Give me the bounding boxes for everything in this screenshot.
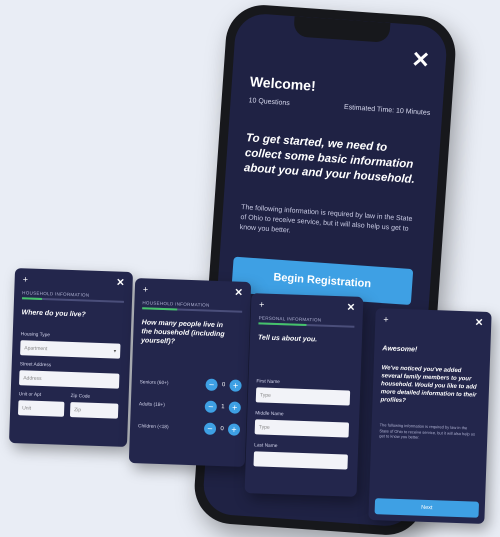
question-text: Tell us about you. <box>257 334 318 344</box>
close-icon[interactable]: ✕ <box>234 288 243 299</box>
stepper-adults: Adults (18+) − 1 + <box>138 398 242 414</box>
plus-icon[interactable]: + <box>229 379 242 392</box>
survey-meta: 10 Questions Estimated Time: 10 Minutes <box>248 97 430 117</box>
plus-icon[interactable]: + <box>383 314 389 324</box>
plus-icon[interactable]: + <box>143 284 149 294</box>
close-icon[interactable]: ✕ <box>411 47 431 73</box>
first-name-input[interactable]: Type <box>255 387 351 406</box>
stepper-value: 0 <box>220 426 224 433</box>
middle-name-label: Middle Name <box>255 411 284 418</box>
card-awesome: + ✕ Awesome! We've noticed you've added … <box>368 308 492 524</box>
housing-select[interactable]: Apartment ▾ <box>20 340 121 359</box>
card-personal-info: + ✕ PERSONAL INFORMATION Tell us about y… <box>244 293 364 497</box>
middle-name-input[interactable]: Type <box>254 419 350 438</box>
section-label: HOUSEHOLD INFORMATION <box>22 290 90 298</box>
plus-icon[interactable]: + <box>259 299 265 309</box>
stepper-value: 0 <box>221 382 226 389</box>
minus-icon[interactable]: − <box>205 378 218 391</box>
street-label: Street Address <box>19 362 52 369</box>
close-icon[interactable]: ✕ <box>346 302 355 313</box>
stepper-label: Children (<18) <box>138 423 169 430</box>
chevron-down-icon: ▾ <box>113 347 117 355</box>
awesome-message: We've noticed you've added several famil… <box>380 365 477 405</box>
next-button[interactable]: Next <box>374 498 480 518</box>
awesome-title: Awesome! <box>382 345 418 354</box>
question-count: 10 Questions <box>248 97 291 108</box>
unit-input[interactable]: Unit <box>17 400 65 417</box>
close-icon[interactable]: ✕ <box>475 318 484 329</box>
progress-bar <box>22 297 125 303</box>
plus-icon[interactable]: + <box>228 401 242 414</box>
welcome-title: Welcome! <box>249 73 317 94</box>
card-where-live: + ✕ HOUSEHOLD INFORMATION Where do you l… <box>8 267 134 448</box>
housing-value: Apartment <box>24 344 48 352</box>
minus-icon[interactable]: − <box>204 400 218 413</box>
unit-label: Unit or Apt <box>18 392 42 398</box>
plus-icon[interactable]: + <box>23 274 29 284</box>
zip-input[interactable]: Zip <box>69 402 119 419</box>
street-input[interactable]: Address <box>19 370 120 389</box>
first-name-label: First Name <box>256 379 280 386</box>
stepper-children: Children (<18) − 0 + <box>138 420 241 436</box>
card-household-count: + ✕ HOUSEHOLD INFORMATION How many peopl… <box>128 278 252 467</box>
stepper-label: Adults (18+) <box>138 401 165 408</box>
stepper-label: Seniors (60+) <box>139 379 169 386</box>
close-icon[interactable]: ✕ <box>116 278 125 289</box>
section-label: HOUSEHOLD INFORMATION <box>142 300 210 308</box>
progress-bar <box>142 307 243 313</box>
housing-label: Housing Type <box>20 332 51 339</box>
awesome-fine-print: The following information is required by… <box>379 422 476 440</box>
last-name-input[interactable] <box>253 451 348 470</box>
question-text: Where do you live? <box>21 309 86 319</box>
progress-bar <box>258 322 355 328</box>
stepper-value: 1 <box>221 404 225 411</box>
last-name-label: Last Name <box>254 443 278 450</box>
minus-icon[interactable]: − <box>203 422 217 435</box>
lead-text: To get started, we need to collect some … <box>243 132 416 187</box>
fine-print: The following information is required by… <box>239 204 413 235</box>
estimated-time: Estimated Time: 10 Minutes <box>343 103 431 117</box>
stepper-seniors: Seniors (60+) − 0 + <box>139 376 242 392</box>
zip-label: Zip Code <box>70 394 91 400</box>
phone-notch <box>293 16 391 43</box>
question-text: How many people live in the household (i… <box>140 319 225 346</box>
plus-icon[interactable]: + <box>227 423 241 436</box>
section-label: PERSONAL INFORMATION <box>258 315 322 323</box>
